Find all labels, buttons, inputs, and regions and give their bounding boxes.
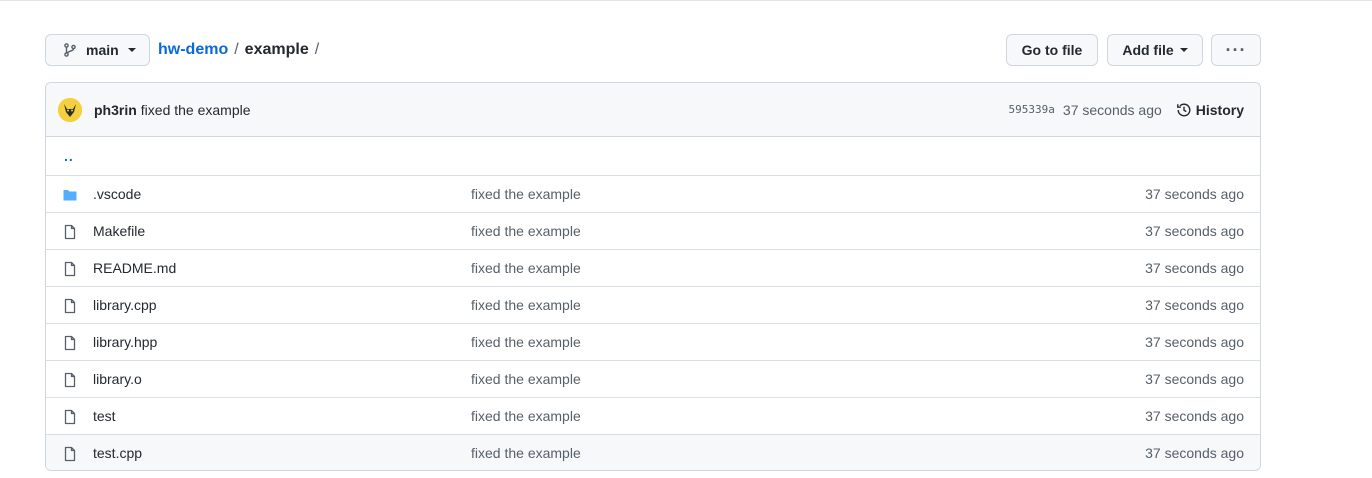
avatar[interactable] (58, 97, 82, 122)
file-name-link[interactable]: README.md (93, 260, 176, 276)
chevron-down-icon (1179, 48, 1188, 52)
file-name-link[interactable]: Makefile (93, 223, 145, 239)
file-name-link[interactable]: test.cpp (93, 445, 142, 461)
kebab-horizontal-icon: ··· (1225, 39, 1247, 60)
chevron-down-icon (128, 48, 136, 52)
file-row[interactable]: test fixed the example 37 seconds ago (46, 397, 1260, 434)
file-name-link[interactable]: .vscode (93, 186, 141, 202)
file-list: .vscode fixed the example 37 seconds ago Ma… (46, 175, 1260, 470)
go-to-file-button[interactable]: Go to file (1006, 34, 1098, 66)
file-row[interactable]: library.cpp fixed the example 37 seconds a… (46, 286, 1260, 323)
file-commit-age: 37 seconds ago (1145, 334, 1244, 350)
file-commit-message[interactable]: fixed the example (471, 186, 581, 202)
folder-icon (63, 190, 77, 201)
breadcrumb-repo-link[interactable]: hw-demo (158, 41, 228, 59)
commit-author[interactable]: ph3rin (94, 102, 137, 118)
breadcrumb-current-dir: example (244, 41, 309, 58)
history-icon (1176, 103, 1191, 116)
breadcrumb-separator: / (234, 41, 239, 58)
file-navigation-toolbar: main hw-demo / example / Go to file Add … (45, 34, 1261, 66)
breadcrumb: hw-demo / example / (158, 34, 325, 66)
add-file-label: Add file (1122, 42, 1174, 58)
file-row[interactable]: test.cpp fixed the example 37 seconds ago (46, 434, 1260, 470)
branch-select-button[interactable]: main (45, 34, 150, 66)
file-row[interactable]: Makefile fixed the example 37 seconds ago (46, 212, 1260, 249)
file-commit-age: 37 seconds ago (1145, 408, 1244, 424)
top-divider (0, 0, 1372, 1)
commit-message[interactable]: fixed the example (141, 102, 1009, 118)
file-icon (64, 298, 76, 314)
file-name-link[interactable]: library.hpp (93, 334, 157, 350)
file-commit-message[interactable]: fixed the example (471, 297, 581, 313)
file-name-link[interactable]: library.o (93, 371, 142, 387)
file-commit-message[interactable]: fixed the example (471, 260, 581, 276)
file-row[interactable]: README.md fixed the example 37 seconds ago (46, 249, 1260, 286)
file-commit-age: 37 seconds ago (1145, 260, 1244, 276)
file-browser: ph3rin fixed the example 595339a 37 seco… (45, 82, 1261, 471)
file-icon (64, 261, 76, 277)
file-row[interactable]: library.hpp fixed the example 37 seconds a… (46, 323, 1260, 360)
file-commit-age: 37 seconds ago (1145, 445, 1244, 461)
history-link[interactable]: History (1176, 102, 1244, 118)
breadcrumb-trailing-separator: / (314, 41, 320, 58)
parent-directory-row: .. (46, 137, 1260, 175)
file-name-link[interactable]: test (93, 408, 116, 424)
parent-directory-link[interactable]: .. (64, 148, 74, 164)
file-commit-age: 37 seconds ago (1145, 297, 1244, 313)
branch-name: main (86, 42, 119, 58)
commit-sha[interactable]: 595339a (1009, 103, 1055, 116)
file-commit-message[interactable]: fixed the example (471, 445, 581, 461)
file-row[interactable]: library.o fixed the example 37 seconds ago (46, 360, 1260, 397)
file-icon (64, 335, 76, 351)
file-row[interactable]: .vscode fixed the example 37 seconds ago (46, 175, 1260, 212)
file-commit-message[interactable]: fixed the example (471, 408, 581, 424)
file-commit-age: 37 seconds ago (1145, 223, 1244, 239)
file-icon (64, 224, 76, 240)
more-options-button[interactable]: ··· (1211, 34, 1261, 66)
file-icon (64, 409, 76, 425)
file-commit-message[interactable]: fixed the example (471, 223, 581, 239)
file-icon (64, 372, 76, 388)
file-icon (64, 446, 76, 462)
file-name-link[interactable]: library.cpp (93, 297, 157, 313)
commit-time: 37 seconds ago (1062, 101, 1162, 118)
add-file-button[interactable]: Add file (1107, 34, 1203, 66)
file-commit-message[interactable]: fixed the example (471, 371, 581, 387)
history-label: History (1195, 101, 1244, 118)
git-branch-icon (64, 43, 76, 57)
latest-commit-bar: ph3rin fixed the example 595339a 37 seco… (46, 83, 1260, 137)
file-commit-message[interactable]: fixed the example (471, 334, 581, 350)
file-commit-age: 37 seconds ago (1145, 186, 1244, 202)
fox-avatar-icon (58, 97, 82, 122)
file-commit-age: 37 seconds ago (1145, 371, 1244, 387)
